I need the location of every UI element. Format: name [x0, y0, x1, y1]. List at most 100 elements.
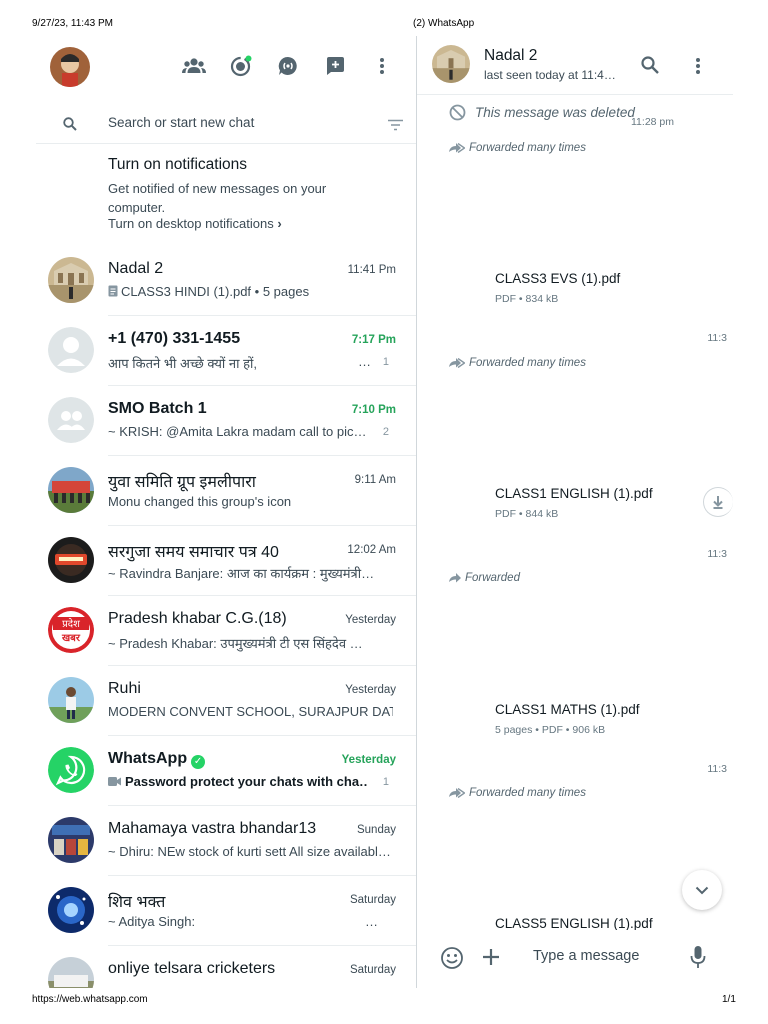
chat-row-ruhi[interactable]: Ruhi Yesterday MODERN CONVENT SCHOOL, SU… — [36, 666, 416, 736]
chat-preview-text: Password protect your chats with cha… — [125, 774, 368, 789]
avatar: प्रदेश खबर — [48, 607, 94, 653]
chat-row-mahamaya-vastra[interactable]: Mahamaya vastra bhandar13 Sunday ~ Dhiru… — [36, 806, 416, 876]
chevron-right-icon: › — [277, 216, 282, 231]
enable-notifications-link[interactable]: Turn on desktop notifications › — [108, 216, 282, 231]
avatar — [48, 257, 94, 303]
search-input[interactable]: Search or start new chat — [108, 115, 254, 130]
contact-avatar[interactable] — [432, 45, 470, 83]
avatar — [48, 677, 94, 723]
chat-name: सरगुजा समय समाचार पत्र 40 — [108, 544, 279, 561]
chat-row-smo-batch-1[interactable]: SMO Batch 1 7:10 Pm ~ KRISH: @Amita Lakr… — [36, 386, 416, 456]
status-icon[interactable] — [227, 52, 255, 80]
video-icon — [108, 777, 121, 786]
filter-icon[interactable] — [388, 118, 403, 136]
chat-row-pradesh-khabar[interactable]: प्रदेश खबर Pradesh khabar C.G.(18) Yeste… — [36, 596, 416, 666]
chat-time: 11:41 Pm — [347, 264, 396, 276]
new-chat-icon[interactable] — [321, 52, 349, 80]
chat-name: +1 (470) 331-1455 — [108, 330, 241, 347]
preview-ellipsis: … — [365, 914, 378, 929]
unread-count-badge: 2 — [382, 426, 389, 438]
print-tab-title: (2) WhatsApp — [413, 18, 475, 29]
default-group-avatar-icon — [48, 397, 94, 443]
search-bar[interactable]: Search or start new chat — [36, 106, 416, 142]
avatar — [48, 467, 94, 513]
print-datetime: 9/27/23, 11:43 PM — [32, 18, 113, 29]
channels-icon[interactable] — [274, 52, 302, 80]
chat-preview: आप कितने भी अच्छे क्यों ना हों, — [108, 356, 257, 371]
message-time: 11:28 pm — [631, 116, 674, 128]
forwarded-label: Forwarded many times — [449, 787, 586, 799]
notification-title: Turn on notifications — [108, 156, 248, 173]
chat-name: onliye telsara cricketers — [108, 960, 276, 977]
forward-arrows-icon — [449, 788, 465, 798]
message-composer: Type a message — [417, 930, 733, 988]
chat-row-phone-contact[interactable]: +1 (470) 331-1455 7:17 Pm आप कितने भी अच… — [36, 316, 416, 386]
document-name[interactable]: CLASS5 ENGLISH (1).pdf — [495, 916, 653, 930]
my-profile-avatar[interactable] — [50, 47, 90, 87]
deleted-message: This message was deleted — [449, 104, 635, 121]
forwarded-text: Forwarded many times — [469, 142, 586, 154]
chat-row-nadal-2[interactable]: Nadal 2 11:41 Pm CLASS3 HINDI (1).pdf • … — [36, 246, 416, 316]
chat-preview: ~ Dhiru: NEw stock of kurti sett All siz… — [108, 844, 391, 859]
avatar — [48, 537, 94, 583]
chat-row-telsara-cricketers[interactable]: onliye telsara cricketers Saturday — [36, 946, 416, 988]
chat-time: Yesterday — [345, 684, 396, 696]
enable-notifications-link-label[interactable]: Turn on desktop notifications — [108, 216, 274, 231]
scroll-to-bottom-button[interactable] — [682, 870, 722, 910]
download-icon[interactable] — [703, 487, 733, 517]
chat-name: Nadal 2 — [108, 260, 164, 277]
chat-time: Saturday — [349, 964, 396, 976]
chat-time: 12:02 Am — [347, 544, 396, 556]
chat-name: SMO Batch 1 — [108, 400, 207, 417]
whatsapp-logo-icon — [48, 747, 94, 793]
chat-preview-text: CLASS3 HINDI (1).pdf • 5 pages — [121, 284, 310, 299]
document-icon — [108, 285, 118, 297]
chat-preview: ~ Ravindra Banjare: आज का कार्यक्रम : मु… — [108, 566, 375, 581]
chat-preview: ~ KRISH: @Amita Lakra madam call to pic… — [108, 424, 367, 439]
avatar — [48, 887, 94, 933]
menu-icon[interactable] — [695, 57, 701, 80]
message-input[interactable]: Type a message — [533, 948, 639, 964]
message-time: 11:3 — [707, 763, 727, 775]
search-icon[interactable] — [63, 117, 77, 136]
chat-time: Sunday — [356, 824, 396, 836]
forwarded-label: Forwarded many times — [449, 142, 586, 154]
message-time: 11:3 — [707, 332, 727, 344]
menu-icon[interactable] — [368, 52, 396, 80]
default-avatar-icon — [48, 327, 94, 373]
communities-icon[interactable] — [180, 52, 208, 80]
chat-time: Yesterday — [345, 614, 396, 626]
attach-plus-icon[interactable] — [481, 947, 501, 972]
document-meta: 5 pages • PDF • 906 kB — [495, 724, 606, 736]
conversation-pane: Nadal 2 last seen today at 11:4… This me… — [417, 36, 733, 988]
chat-preview: MODERN CONVENT SCHOOL, SURAJPUR DAT… — [108, 704, 393, 719]
notification-body: Get notified of new messages on your com… — [108, 181, 327, 215]
forward-arrows-icon — [449, 143, 465, 153]
unread-count-badge: 1 — [382, 356, 389, 368]
document-meta: PDF • 834 kB — [495, 293, 559, 305]
chevron-down-icon — [695, 886, 709, 894]
contact-name: Nadal 2 — [484, 47, 538, 64]
conversation-header[interactable]: Nadal 2 last seen today at 11:4… — [417, 36, 733, 95]
notification-banner: Turn on notifications Get notified of ne… — [36, 143, 416, 246]
search-icon[interactable] — [641, 56, 659, 79]
microphone-icon[interactable] — [690, 945, 706, 974]
chat-row-whatsapp[interactable]: WhatsApp ✓ Yesterday Password protect you… — [36, 736, 416, 806]
emoji-icon[interactable] — [440, 946, 464, 975]
document-name[interactable]: CLASS3 EVS (1).pdf — [495, 271, 620, 286]
chat-time: Saturday — [349, 894, 396, 906]
chat-row-yuva-samiti[interactable]: युवा समिति ग्रूप इमलीपारा 9:11 Am Monu c… — [36, 456, 416, 526]
preview-ellipsis: … — [358, 354, 371, 369]
chat-list-pane: Search or start new chat Turn on notific… — [36, 36, 416, 988]
document-name[interactable]: CLASS1 MATHS (1).pdf — [495, 702, 640, 717]
chat-row-shiv-bhakt[interactable]: शिव भक्त Saturday ~ Aditya Singh: … — [36, 876, 416, 946]
chat-list: Nadal 2 11:41 Pm CLASS3 HINDI (1).pdf • … — [36, 246, 416, 988]
deleted-message-text: This message was deleted — [475, 105, 635, 120]
chat-name: Mahamaya vastra bhandar13 — [108, 820, 317, 837]
document-name[interactable]: CLASS1 ENGLISH (1).pdf — [495, 486, 653, 501]
print-page-number: 1/1 — [722, 994, 736, 1005]
print-url: https://web.whatsapp.com — [32, 994, 148, 1005]
avatar — [48, 957, 94, 988]
chat-row-sarguja-samay[interactable]: सरगुजा समय समाचार पत्र 40 12:02 Am ~ Rav… — [36, 526, 416, 596]
chat-preview: Password protect your chats with cha… — [108, 774, 368, 789]
